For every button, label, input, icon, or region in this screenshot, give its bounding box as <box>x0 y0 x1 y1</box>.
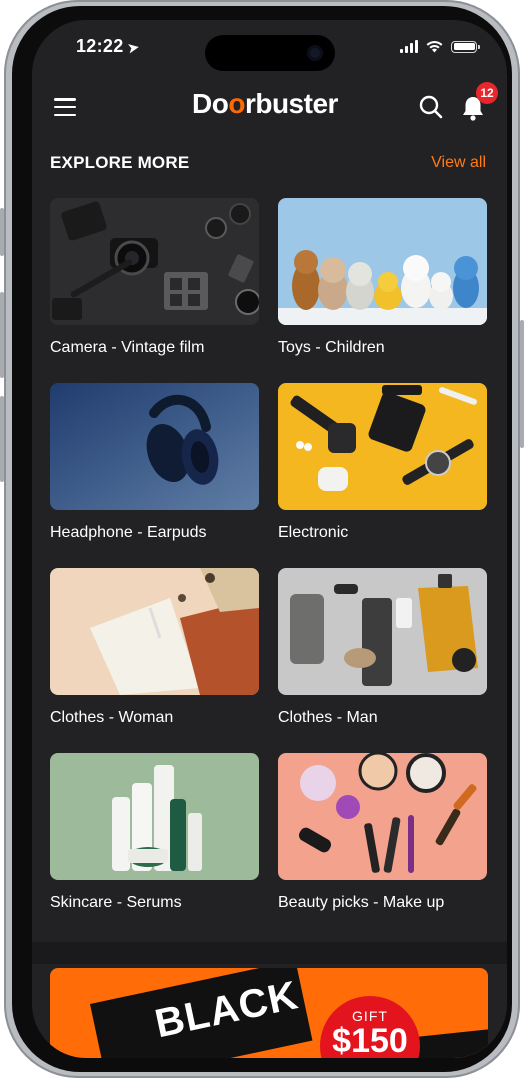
category-card-skincare[interactable]: Skincare - Serums <box>50 753 259 938</box>
category-image-headphone <box>50 383 259 510</box>
action-button <box>0 208 4 256</box>
category-label: Electronic <box>278 524 349 541</box>
category-image-clothes-man <box>278 568 487 695</box>
category-image-skincare <box>50 753 259 880</box>
cellular-signal-icon <box>400 40 418 53</box>
section-divider <box>32 942 507 964</box>
category-card-electronic[interactable]: Electronic <box>278 383 487 568</box>
banner-gift-badge: GIFT $150 <box>320 996 420 1058</box>
wifi-icon <box>426 41 443 53</box>
category-grid: Camera - Vintage film Toys - Children He… <box>50 198 488 938</box>
category-card-toys[interactable]: Toys - Children <box>278 198 487 383</box>
category-card-beauty[interactable]: Beauty picks - Make up <box>278 753 487 938</box>
category-label: Skincare - Serums <box>50 894 182 911</box>
category-card-headphone[interactable]: Headphone - Earpuds <box>50 383 259 568</box>
category-card-clothes-man[interactable]: Clothes - Man <box>278 568 487 753</box>
app-header: Doorbuster 12 <box>32 82 507 126</box>
search-icon[interactable] <box>418 94 444 120</box>
front-camera <box>307 45 323 61</box>
location-arrow-icon: ➤ <box>126 39 140 56</box>
app-logo[interactable]: Doorbuster <box>192 88 338 120</box>
category-image-camera <box>50 198 259 325</box>
banner-black-strip: BLACK <box>90 968 313 1058</box>
category-label: Clothes - Man <box>278 709 378 726</box>
category-image-electronic <box>278 383 487 510</box>
status-time: 12:22 ➤ <box>76 36 140 56</box>
category-card-clothes-woman[interactable]: Clothes - Woman <box>50 568 259 753</box>
volume-up-button <box>0 292 4 378</box>
category-label: Toys - Children <box>278 339 385 356</box>
category-card-camera[interactable]: Camera - Vintage film <box>50 198 259 383</box>
category-label: Headphone - Earpuds <box>50 524 207 541</box>
power-button <box>520 320 524 448</box>
dynamic-island <box>205 35 335 71</box>
menu-icon[interactable] <box>54 98 76 116</box>
status-icons <box>400 40 480 53</box>
category-image-beauty <box>278 753 487 880</box>
category-image-toys <box>278 198 487 325</box>
section-title: EXPLORE MORE <box>50 153 190 172</box>
notification-badge: 12 <box>476 82 498 104</box>
phone-frame: 12:22 ➤ Doorbuster 12 EXPLORE MORE View … <box>0 0 524 1078</box>
black-friday-banner[interactable]: BLACK GIFT $150 <box>50 968 488 1058</box>
category-label: Beauty picks - Make up <box>278 894 445 911</box>
app-screen: 12:22 ➤ Doorbuster 12 EXPLORE MORE View … <box>32 20 507 1058</box>
category-label: Clothes - Woman <box>50 709 174 726</box>
view-all-link[interactable]: View all <box>431 154 486 172</box>
category-label: Camera - Vintage film <box>50 339 205 356</box>
battery-icon <box>451 40 480 53</box>
volume-down-button <box>0 396 4 482</box>
category-image-clothes-woman <box>50 568 259 695</box>
